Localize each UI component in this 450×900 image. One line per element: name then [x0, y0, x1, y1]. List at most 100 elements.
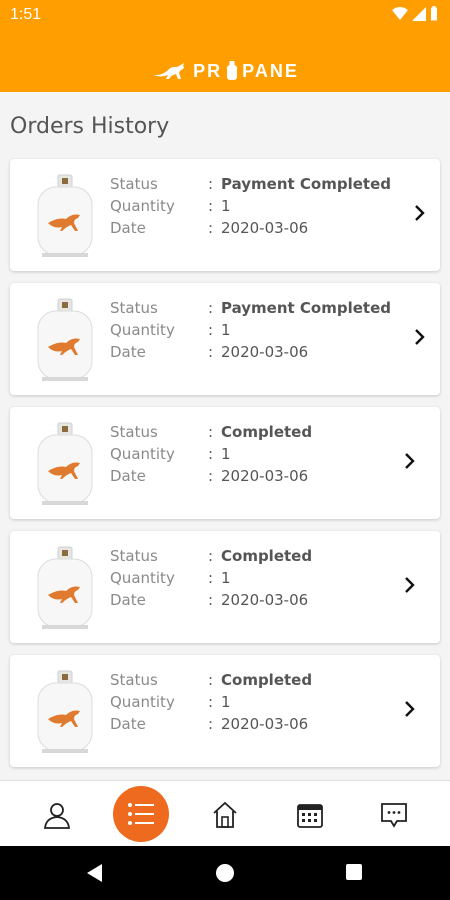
separator: :: [208, 343, 214, 361]
orders-list-icon: [128, 803, 154, 825]
nav-calendar[interactable]: [290, 795, 330, 835]
signal-icon: [412, 6, 426, 21]
wifi-icon: [392, 6, 408, 20]
status-label: Status: [110, 175, 158, 193]
separator: :: [208, 299, 214, 317]
quantity-value: 1: [221, 445, 231, 463]
status-row: Status: Completed: [110, 547, 312, 565]
status-label: Status: [110, 299, 158, 317]
chat-icon: [381, 803, 407, 828]
date-value: 2020-03-06: [221, 591, 309, 609]
brand-name-prefix: PR: [193, 60, 223, 81]
bottom-navigation: [0, 780, 450, 847]
status-icons: [392, 6, 438, 21]
date-value: 2020-03-06: [221, 467, 309, 485]
separator: :: [208, 591, 214, 609]
quantity-row: Quantity:1: [110, 569, 231, 587]
status-value: Payment Completed: [221, 175, 391, 193]
chevron-right-icon[interactable]: [402, 575, 418, 595]
separator: :: [208, 715, 214, 733]
quantity-row: Quantity:1: [110, 321, 231, 339]
separator: :: [208, 445, 214, 463]
status-row: Status: Payment Completed: [110, 175, 391, 193]
status-row: Status: Completed: [110, 423, 312, 441]
order-card[interactable]: Status: Completed Quantity:1 Date:2020-03…: [10, 407, 440, 519]
app-header: 1:51 PR PANE: [0, 0, 450, 92]
orders-history-screen: Orders History Status: Payment Completed …: [0, 92, 450, 780]
nav-messages[interactable]: [374, 795, 414, 835]
status-label: Status: [110, 423, 158, 441]
date-label: Date: [110, 591, 146, 609]
separator: :: [208, 467, 214, 485]
brand-cylinder-icon: [227, 61, 238, 80]
home-button[interactable]: [216, 864, 234, 882]
status-bar: 1:51: [0, 0, 450, 32]
quantity-label: Quantity: [110, 569, 175, 587]
brand-logo: PR PANE: [0, 56, 450, 86]
status-value: Completed: [221, 547, 313, 565]
status-value: Payment Completed: [221, 299, 391, 317]
status-row: Status: Completed: [110, 671, 312, 689]
date-row: Date:2020-03-06: [110, 467, 308, 485]
status-value: Completed: [221, 423, 313, 441]
nav-home[interactable]: [205, 795, 245, 835]
battery-icon: [431, 6, 437, 21]
order-card[interactable]: Status: Payment Completed Quantity:1 Date…: [10, 159, 440, 271]
date-row: Date:2020-03-06: [110, 715, 308, 733]
separator: :: [208, 197, 214, 215]
chevron-right-icon[interactable]: [402, 451, 418, 471]
profile-icon: [44, 803, 70, 829]
quantity-label: Quantity: [110, 693, 175, 711]
date-value: 2020-03-06: [221, 343, 309, 361]
order-card[interactable]: Status: Completed Quantity:1 Date:2020-03…: [10, 531, 440, 643]
date-row: Date:2020-03-06: [110, 219, 308, 237]
quantity-label: Quantity: [110, 445, 175, 463]
separator: :: [208, 175, 214, 193]
chevron-right-icon[interactable]: [412, 203, 428, 223]
quantity-label: Quantity: [110, 197, 175, 215]
quantity-value: 1: [221, 321, 231, 339]
status-row: Status: Payment Completed: [110, 299, 391, 317]
date-value: 2020-03-06: [221, 715, 309, 733]
gas-cylinder-icon: [37, 422, 93, 505]
quantity-row: Quantity:1: [110, 693, 231, 711]
date-label: Date: [110, 343, 146, 361]
gas-cylinder-icon: [37, 298, 93, 381]
home-icon: [213, 801, 237, 828]
separator: :: [208, 693, 214, 711]
quantity-value: 1: [221, 197, 231, 215]
gas-cylinder-icon: [37, 670, 93, 753]
chevron-right-icon[interactable]: [412, 327, 428, 347]
chevron-right-icon[interactable]: [402, 699, 418, 719]
quantity-value: 1: [221, 693, 231, 711]
separator: :: [208, 423, 214, 441]
separator: :: [208, 547, 214, 565]
status-value: Completed: [221, 671, 313, 689]
date-row: Date:2020-03-06: [110, 343, 308, 361]
quantity-label: Quantity: [110, 321, 175, 339]
kangaroo-logo-icon: [153, 63, 185, 79]
gas-cylinder-icon: [37, 174, 93, 257]
quantity-row: Quantity:1: [110, 445, 231, 463]
nav-orders-active[interactable]: [113, 786, 169, 842]
date-row: Date:2020-03-06: [110, 591, 308, 609]
order-card[interactable]: Status: Payment Completed Quantity:1 Date…: [10, 283, 440, 395]
status-time: 1:51: [10, 6, 42, 23]
back-icon[interactable]: [86, 863, 104, 883]
calendar-icon: [297, 804, 323, 828]
gas-cylinder-icon: [37, 546, 93, 629]
system-navigation-bar: [0, 846, 450, 900]
separator: :: [208, 671, 214, 689]
recent-apps-button[interactable]: [346, 864, 362, 880]
separator: :: [208, 321, 214, 339]
order-card[interactable]: Status: Completed Quantity:1 Date:2020-03…: [10, 655, 440, 767]
quantity-value: 1: [221, 569, 231, 587]
nav-profile[interactable]: [37, 795, 77, 835]
status-label: Status: [110, 671, 158, 689]
date-label: Date: [110, 467, 146, 485]
quantity-row: Quantity:1: [110, 197, 231, 215]
date-value: 2020-03-06: [221, 219, 309, 237]
separator: :: [208, 569, 214, 587]
status-label: Status: [110, 547, 158, 565]
brand-name-suffix: PANE: [242, 60, 299, 81]
